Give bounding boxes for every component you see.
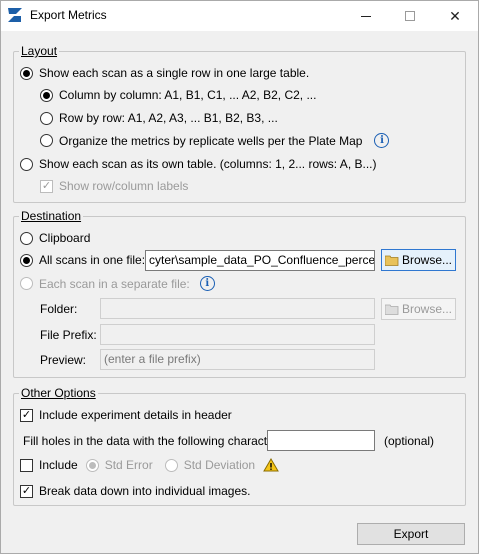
maximize-button[interactable] [388,1,432,31]
preview-field: (enter a file prefix) [100,349,375,370]
destination-group: Destination Clipboard All scans in one f… [13,209,466,378]
info-icon[interactable]: i [199,276,215,291]
replicate-label: Organize the metrics by replicate wells … [59,133,363,148]
destination-legend: Destination [19,209,84,223]
include-details-checkbox[interactable]: ✓ [20,408,33,422]
preview-label: Preview: [40,353,87,367]
show-labels-label: Show row/column labels [59,179,189,193]
separate-file-label: Each scan in a separate file: [39,276,190,291]
column-by-column-label: Column by column: A1, B1, C1, ... A2, B2… [59,88,317,102]
std-error-label: Std Error [104,458,153,472]
column-by-column-option[interactable]: Column by column: A1, B1, C1, ... A2, B2… [40,88,316,102]
replicate-option[interactable]: Organize the metrics by replicate wells … [40,133,390,148]
close-icon: ✕ [449,7,461,24]
layout-group: Layout Show each scan as a single row in… [13,44,466,203]
optional-label: (optional) [384,434,435,448]
one-file-radio[interactable] [20,253,33,267]
one-file-label: All scans in one file: [39,253,146,267]
export-button[interactable]: Export [357,523,465,545]
include-checkbox[interactable] [20,458,33,472]
clipboard-radio[interactable] [20,231,33,245]
row-by-row-radio[interactable] [40,111,53,125]
break-data-option[interactable]: ✓ Break data down into individual images… [20,484,250,498]
file-prefix-label: File Prefix: [40,328,97,342]
export-metrics-window: Export Metrics ✕ Layout Show each scan a… [0,0,479,554]
file-prefix-input[interactable] [100,324,375,345]
own-table-radio[interactable] [20,157,33,171]
own-table-label: Show each scan as its own table. (column… [39,157,377,171]
separate-file-radio[interactable] [20,277,33,290]
browse-disabled-label: Browse... [401,302,452,316]
include-details-label: Include experiment details in header [39,408,232,422]
single-table-option[interactable]: Show each scan as a single row in one la… [20,66,309,80]
fill-holes-input[interactable] [267,430,375,451]
warning-icon [263,458,279,472]
replicate-radio[interactable] [40,134,53,147]
break-data-label: Break data down into individual images. [39,484,251,498]
layout-legend: Layout [19,44,60,58]
folder-label: Folder: [40,302,78,316]
one-file-option[interactable]: All scans in one file: [20,253,145,267]
folder-input[interactable] [100,298,375,319]
separate-file-option[interactable]: Each scan in a separate file: i [20,276,215,291]
window-title: Export Metrics [30,8,107,22]
clipboard-label: Clipboard [39,231,91,245]
std-error-radio[interactable] [85,458,99,472]
title-bar: Export Metrics ✕ [1,1,478,31]
browse-label: Browse... [401,253,452,267]
maximize-icon [405,11,415,21]
export-label: Export [393,527,429,541]
show-labels-option[interactable]: ✓ Show row/column labels [40,179,188,193]
row-by-row-option[interactable]: Row by row: A1, A2, A3, ... B1, B2, B3, … [40,111,278,125]
close-button[interactable]: ✕ [433,1,477,31]
single-table-radio[interactable] [20,66,33,80]
break-data-checkbox[interactable]: ✓ [20,484,33,498]
folder-icon [384,304,399,315]
row-by-row-label: Row by row: A1, A2, A3, ... B1, B2, B3, … [59,111,278,125]
show-labels-checkbox[interactable]: ✓ [40,179,53,193]
minimize-button[interactable] [344,1,388,31]
std-deviation-radio[interactable] [164,458,178,472]
one-file-path-input[interactable]: cyter\sample_data_PO_Confluence_percent.… [145,250,375,271]
include-option[interactable]: Include Std Error Std Deviation [20,458,279,472]
fill-holes-label: Fill holes in the data with the followin… [23,434,288,448]
other-options-group: Other Options ✓ Include experiment detai… [13,386,466,506]
single-table-label: Show each scan as a single row in one la… [39,66,310,80]
other-options-legend: Other Options [19,386,98,400]
include-label: Include [39,458,78,472]
folder-icon [384,255,399,266]
column-by-column-radio[interactable] [40,88,53,102]
app-icon [8,8,22,22]
include-details-option[interactable]: ✓ Include experiment details in header [20,408,232,422]
std-deviation-label: Std Deviation [183,458,256,472]
minimize-icon [361,15,371,17]
browse-button[interactable]: Browse... [381,249,456,271]
browse-button-disabled[interactable]: Browse... [381,298,456,320]
own-table-option[interactable]: Show each scan as its own table. (column… [20,157,376,171]
info-icon[interactable]: i [374,133,390,148]
clipboard-option[interactable]: Clipboard [20,231,90,245]
